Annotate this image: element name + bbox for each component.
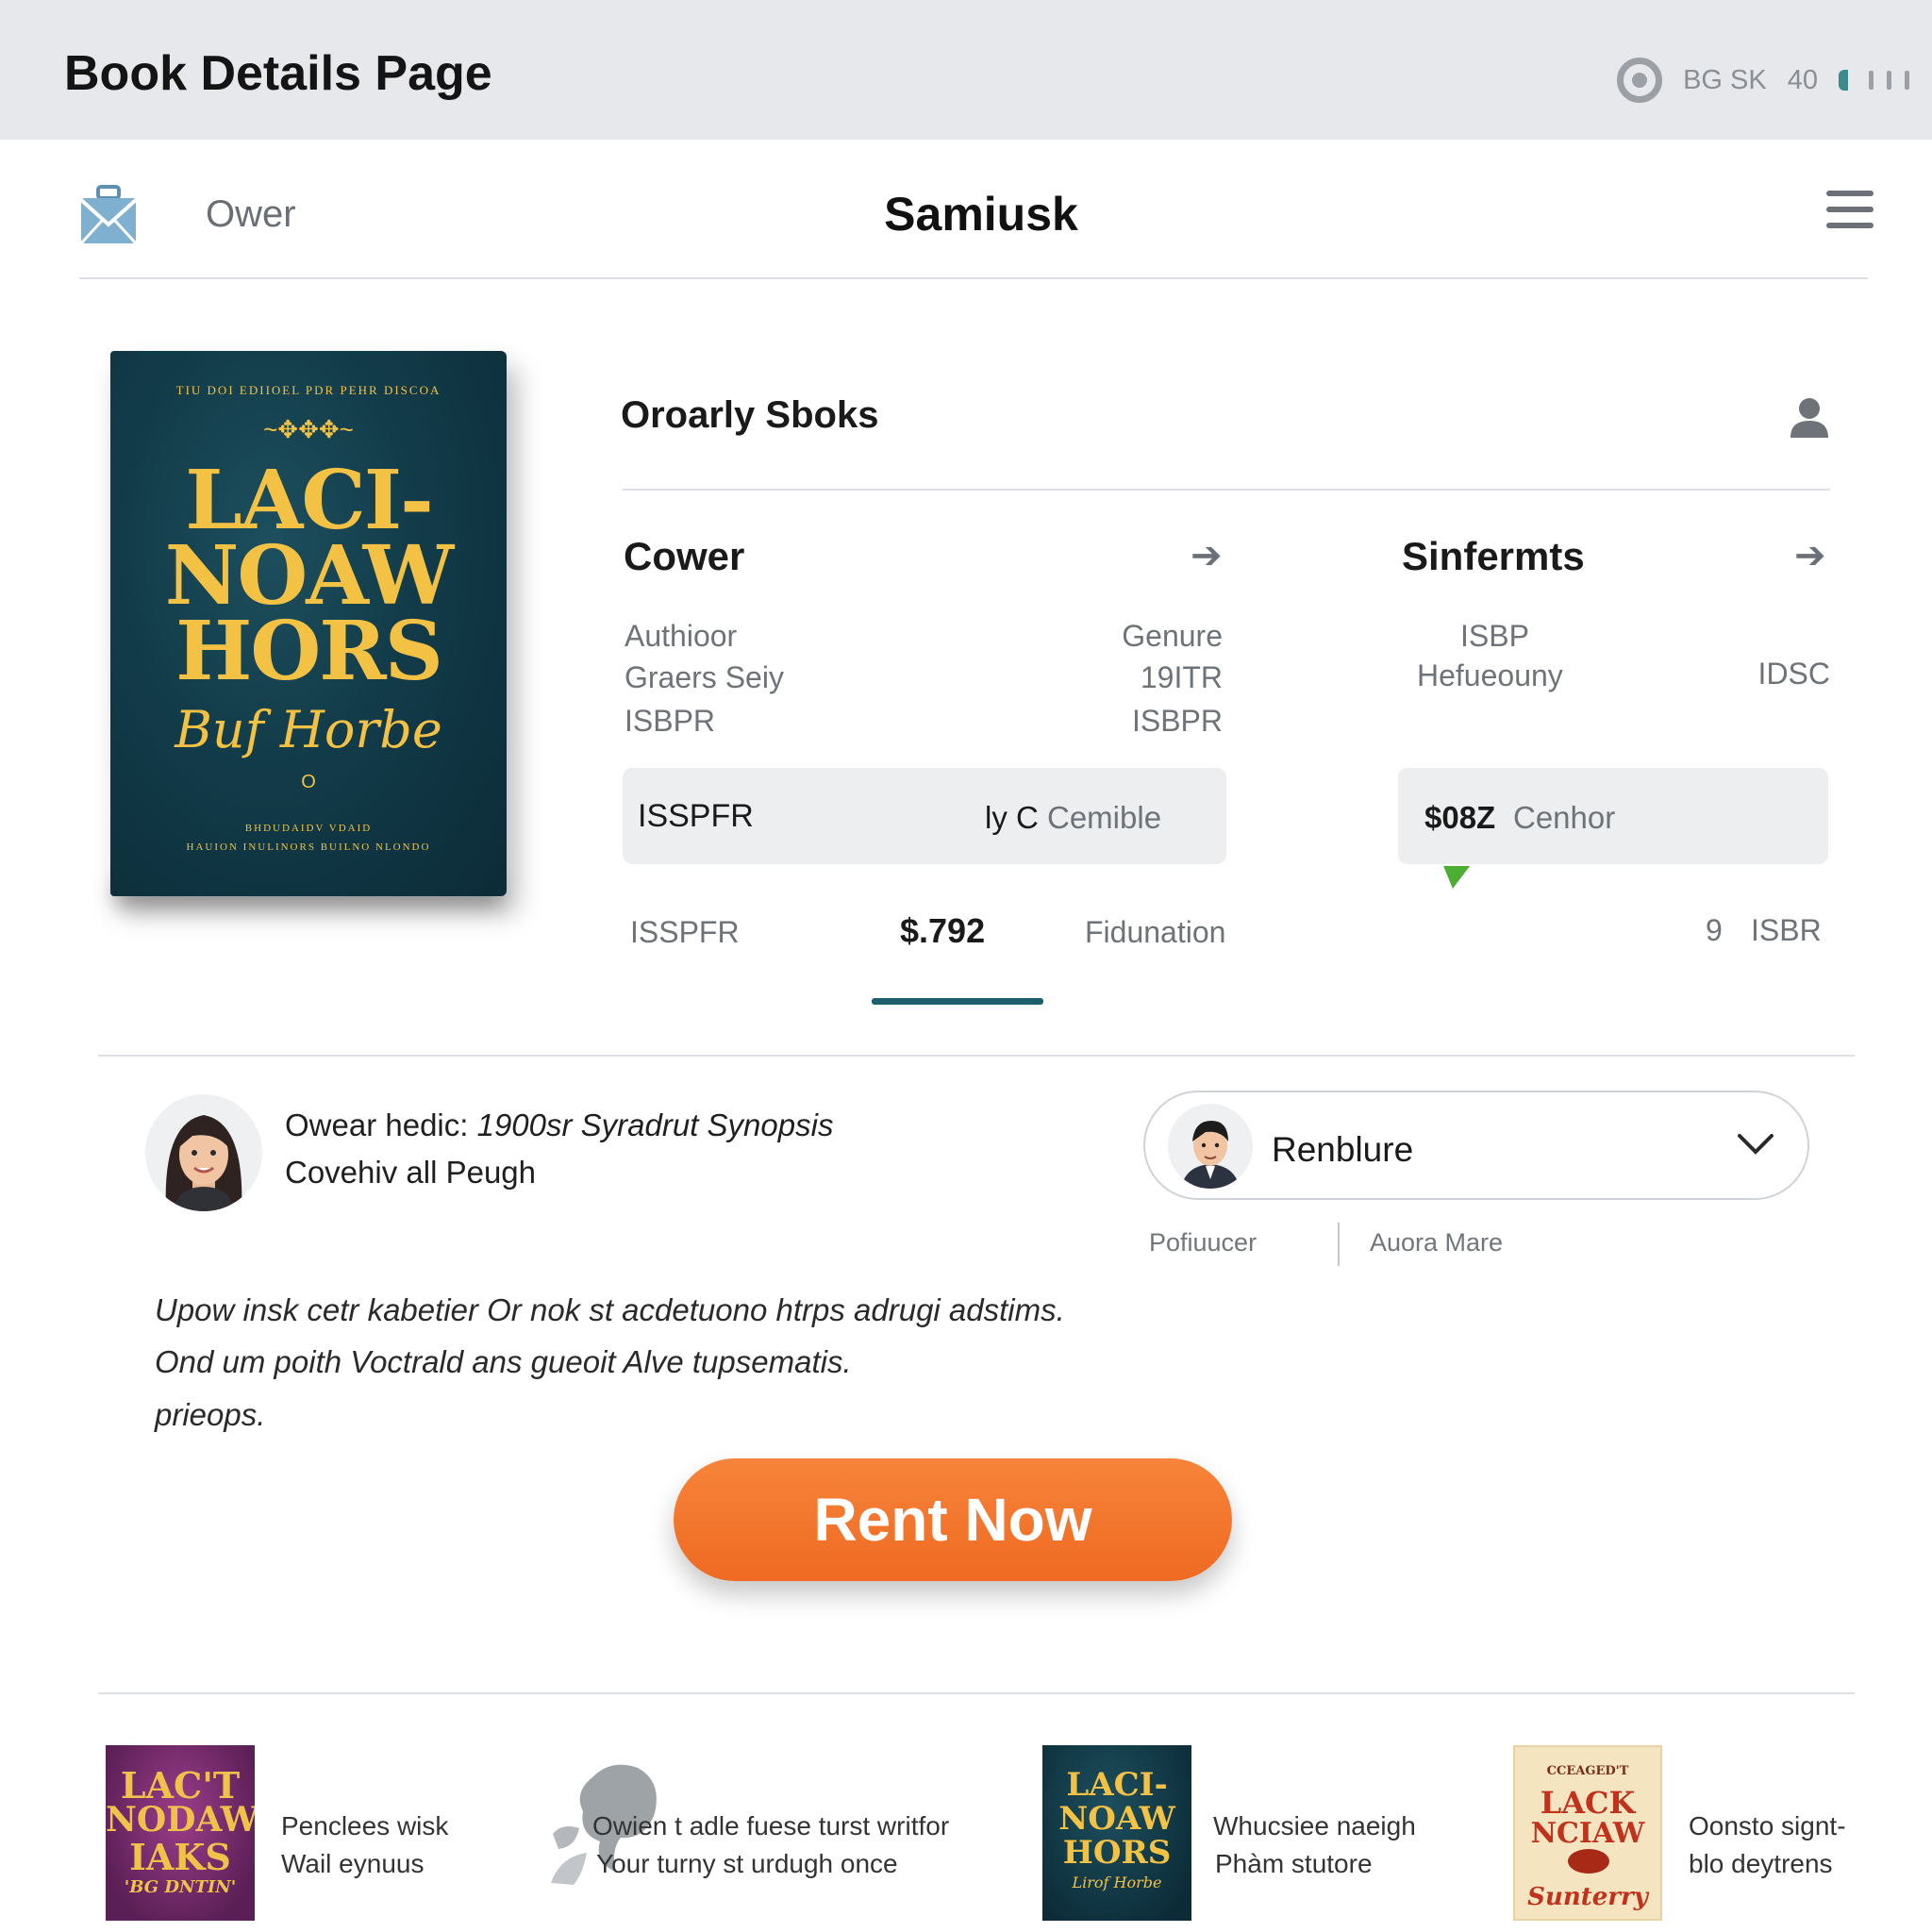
related-4-cover-line-2: LACK xyxy=(1540,1785,1636,1821)
cover-script-title: Buf Horbe xyxy=(175,700,442,759)
cover-bottom-line-2: HAUION INULINORS BUILNO NLONDO xyxy=(186,841,431,853)
synopsis-subheading: Covehiv all Peugh xyxy=(285,1155,536,1190)
idsc-label: IDSC xyxy=(1757,657,1830,691)
related-3-cover-line-4: Lirof Horbe xyxy=(1072,1874,1162,1891)
condition-pill-mid: ly C xyxy=(985,800,1039,835)
synopsis-heading-italic: 1900sr Syradrut Synopsis xyxy=(476,1108,834,1142)
related-book-4-cover[interactable]: CCEAGED'T LACK NCIAW Sunterry xyxy=(1513,1745,1662,1921)
chevron-down-icon[interactable] xyxy=(1734,1123,1777,1171)
bottom-isspfr-label: ISSPFR xyxy=(630,915,740,949)
section-cower-title: Cower xyxy=(624,534,745,578)
pointer-marker-icon xyxy=(1439,866,1471,889)
producer-label: Pofiuucer xyxy=(1149,1228,1257,1257)
condition-pill-value: Cemible xyxy=(1047,800,1162,835)
related-4-cover-line-4: Sunterry xyxy=(1527,1883,1648,1911)
related-1-cover-line-3: IAKS xyxy=(129,1836,231,1878)
author-label: Authioor xyxy=(625,619,738,653)
price-pill-label: Cenhor xyxy=(1513,800,1616,835)
author-name: Auora Mare xyxy=(1370,1228,1504,1257)
series-label: Graers Seiy xyxy=(625,660,784,694)
book-detail-title: Oroarly Sboks xyxy=(621,394,879,436)
arrow-right-icon[interactable]: ➔ xyxy=(1794,534,1826,577)
related-book-1-cover[interactable]: LAC'T NODAW IAKS 'BG DNTIN' xyxy=(106,1745,255,1921)
meta-divider xyxy=(1338,1223,1340,1266)
section-divider xyxy=(98,1055,1855,1057)
synopsis-heading: Owear hedic: 1900sr Syradrut Synopsis xyxy=(285,1108,833,1143)
related-1-cover-line-4: 'BG DNTIN' xyxy=(124,1877,237,1897)
related-divider xyxy=(98,1692,1855,1694)
cover-ornament: ~✥✥✥~ xyxy=(263,415,354,443)
record-icon xyxy=(1617,58,1663,103)
synopsis-heading-prefix: Owear hedic: xyxy=(285,1108,477,1142)
page-title: Book Details Page xyxy=(64,46,492,101)
genre-label: Genure xyxy=(1122,619,1223,653)
user-icon[interactable] xyxy=(1789,396,1830,442)
count-value: 9 xyxy=(1706,913,1723,947)
related-4-cover-line-1: CCEAGED'T xyxy=(1546,1764,1629,1778)
isbn-label: ISBPR xyxy=(625,704,716,738)
status-number: 40 xyxy=(1787,64,1818,95)
isbn-value: ISBPR xyxy=(1131,704,1223,738)
cover-title-3: HORS xyxy=(175,604,443,699)
owner-avatar xyxy=(145,1094,262,1211)
related-3-cover-line-2: NOAW xyxy=(1058,1800,1175,1838)
book-cover: TIU DOI EDIIOEL PDR PEHR DISCOA ~✥✥✥~ LA… xyxy=(110,351,507,896)
status-area: BG SK 40 xyxy=(1617,57,1909,104)
related-3-cover-line-1: LACI- xyxy=(1066,1766,1168,1804)
nav-title: Samiusk xyxy=(884,188,1078,241)
price-tab-underline xyxy=(872,998,1043,1005)
heart-ornament-icon xyxy=(1568,1849,1609,1874)
related-1-line-2: Wail eynuus xyxy=(281,1849,425,1878)
related-3-line-2: Phàm stutore xyxy=(1215,1849,1373,1878)
description-line-2: Ond um poith Voctrald ans gueoit Alve tu… xyxy=(155,1344,852,1379)
related-3-line-1[interactable]: Whucsiee naeigh xyxy=(1213,1811,1416,1841)
signal-icon xyxy=(1869,71,1909,90)
related-4-cover-line-3: NCIAW xyxy=(1530,1817,1645,1850)
cover-mark: O xyxy=(301,772,316,792)
cover-top-line: TIU DOI EDIIOEL PDR PEHR DISCOA xyxy=(175,383,441,397)
related-2-line-2: Your turny st urdugh once xyxy=(596,1849,898,1878)
hamburger-menu-icon[interactable] xyxy=(1826,191,1874,228)
description-line-3: prieops. xyxy=(155,1397,266,1432)
arrow-right-icon[interactable]: ➔ xyxy=(1191,534,1223,577)
isbr-label: ISBR xyxy=(1751,913,1822,947)
isbp-label: ISBP xyxy=(1460,619,1529,653)
condition-pill-label: ISSPFR xyxy=(638,798,754,834)
related-3-cover-line-3: HORS xyxy=(1062,1834,1172,1872)
detail-divider xyxy=(623,489,1830,491)
reader-dropdown-label: Renblure xyxy=(1272,1130,1414,1169)
year-value: 19ITR xyxy=(1140,660,1223,694)
status-text: BG SK xyxy=(1683,64,1767,95)
cover-bottom-line-1: BHDUDAIDV VDAID xyxy=(244,823,373,834)
description-line-1: Upow insk cetr kabetier Or nok st acdetu… xyxy=(155,1292,1065,1327)
price-pill-amount: $08Z xyxy=(1424,800,1496,835)
frequency-label: Hefueouny xyxy=(1417,658,1563,692)
reader-avatar xyxy=(1168,1104,1253,1189)
foundation-label: Fidunation xyxy=(1085,915,1226,949)
battery-icon xyxy=(1839,70,1848,91)
related-1-cover-line-2: NODAW xyxy=(106,1800,255,1840)
related-4-line-2: blo deytrens xyxy=(1689,1849,1833,1878)
related-2-line-1[interactable]: Owien t adle fuese turst writfor xyxy=(592,1811,949,1841)
rent-now-button[interactable]: Rent Now xyxy=(674,1458,1232,1581)
related-book-3-cover[interactable]: LACI- NOAW HORS Lirof Horbe xyxy=(1042,1745,1191,1921)
related-4-line-1[interactable]: Oonsto signt- xyxy=(1689,1811,1846,1841)
section-sinfermts-title: Sinfermts xyxy=(1402,534,1585,578)
price-value[interactable]: $.792 xyxy=(900,911,985,951)
related-1-line-1[interactable]: Penclees wisk xyxy=(281,1811,448,1841)
nav-divider xyxy=(79,277,1868,279)
